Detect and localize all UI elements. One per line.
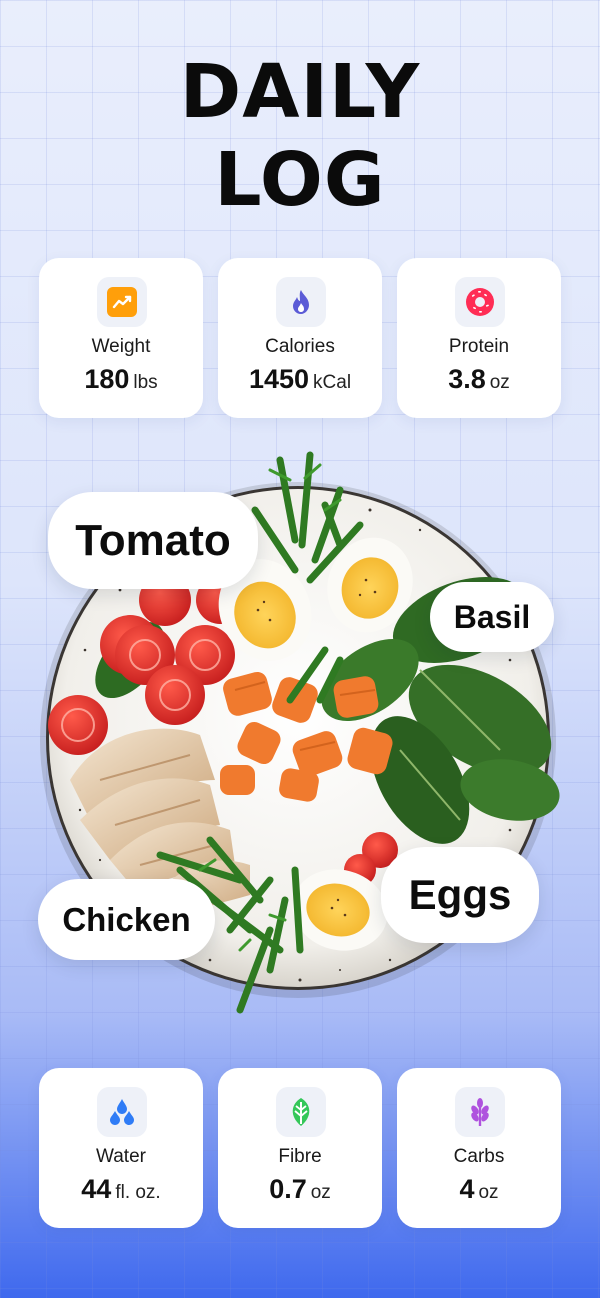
stat-number: 1450: [248, 364, 310, 394]
stat-label: Carbs: [453, 1146, 505, 1167]
stat-value: 44 fl. oz.: [39, 1174, 203, 1205]
stat-number: 4: [459, 1174, 475, 1204]
stat-value: 3.8 oz: [397, 364, 561, 395]
food-label-chicken[interactable]: Chicken: [38, 879, 215, 960]
stat-card-weight[interactable]: Weight 180 lbs: [39, 258, 203, 418]
water-drops-icon: [97, 1087, 147, 1137]
stat-unit: oz: [478, 1182, 499, 1203]
food-label-tomato[interactable]: Tomato: [48, 492, 258, 589]
stat-number: 44: [81, 1174, 112, 1204]
stat-unit: lbs: [133, 372, 158, 393]
title-line-2: LOG: [214, 137, 386, 223]
donut-icon: [455, 277, 505, 327]
stat-label: Weight: [91, 336, 151, 357]
food-label-eggs[interactable]: Eggs: [381, 847, 539, 943]
stat-label: Fibre: [278, 1146, 322, 1167]
stat-unit: oz: [489, 372, 510, 393]
stat-unit: fl. oz.: [115, 1182, 161, 1203]
stat-number: 0.7: [269, 1174, 307, 1204]
stat-label: Water: [96, 1146, 146, 1167]
page-title: DAILY LOG: [0, 48, 600, 224]
stat-card-fibre[interactable]: Fibre 0.7 oz: [218, 1068, 382, 1228]
stat-unit: oz: [310, 1182, 331, 1203]
stat-card-carbs[interactable]: Carbs 4 oz: [397, 1068, 561, 1228]
stat-label: Protein: [448, 336, 510, 357]
trend-chart-icon: [97, 277, 147, 327]
stat-card-calories[interactable]: Calories 1450 kCal: [218, 258, 382, 418]
stat-value: 1450 kCal: [218, 364, 382, 395]
wheat-icon: [455, 1087, 505, 1137]
stat-unit: kCal: [313, 372, 352, 393]
stat-number: 3.8: [448, 364, 486, 394]
leaf-icon: [276, 1087, 326, 1137]
stat-value: 0.7 oz: [218, 1174, 382, 1205]
stat-card-water[interactable]: Water 44 fl. oz.: [39, 1068, 203, 1228]
stat-value: 180 lbs: [39, 364, 203, 395]
title-line-1: DAILY: [179, 49, 421, 135]
stat-value: 4 oz: [397, 1174, 561, 1205]
stat-number: 180: [84, 364, 130, 394]
stat-card-protein[interactable]: Protein 3.8 oz: [397, 258, 561, 418]
stat-label: Calories: [265, 336, 335, 357]
food-label-basil[interactable]: Basil: [430, 582, 554, 652]
flame-icon: [276, 277, 326, 327]
